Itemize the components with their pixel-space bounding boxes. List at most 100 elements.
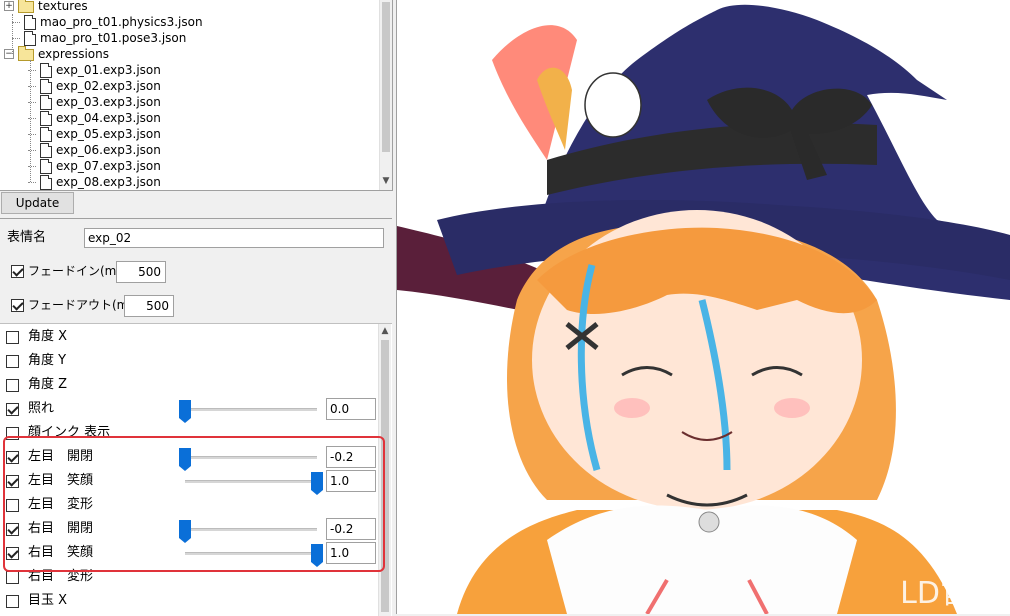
parameter-label: 左目 開閉 bbox=[28, 449, 94, 464]
expression-name-label: 表情名 bbox=[7, 230, 47, 245]
parameter-checkbox[interactable] bbox=[6, 547, 19, 560]
parameter-checkbox[interactable] bbox=[6, 403, 19, 416]
tree-file[interactable]: exp_03.exp3.json bbox=[0, 94, 378, 110]
tree-file[interactable]: exp_01.exp3.json bbox=[0, 62, 378, 78]
scroll-up-icon[interactable]: ▲ bbox=[379, 324, 391, 338]
parameter-label: 角度 X bbox=[28, 329, 68, 344]
parameter-list[interactable]: ▲ 角度 X 角度 Y 角度 Z 照れ 0.0 顔インク 表示 左目 開閉 -0.2 左目 笑顔… bbox=[0, 323, 392, 616]
parameter-label: 右目 変形 bbox=[28, 569, 94, 584]
tree-folder[interactable]: − expressions bbox=[0, 46, 378, 62]
tree-item-label: mao_pro_t01.physics3.json bbox=[40, 15, 203, 29]
parameter-slider-track[interactable] bbox=[185, 456, 317, 459]
parameter-slider-thumb[interactable] bbox=[311, 544, 323, 567]
tree-file[interactable]: mao_pro_t01.pose3.json bbox=[0, 30, 378, 46]
expression-name-input[interactable]: exp_02 bbox=[84, 228, 384, 248]
parameter-checkbox[interactable] bbox=[6, 427, 19, 440]
tree-connector bbox=[12, 22, 20, 23]
fadeout-input[interactable]: 500 bbox=[124, 295, 174, 317]
character-illustration bbox=[397, 4, 1010, 614]
parameter-slider-thumb[interactable] bbox=[179, 520, 191, 543]
parameter-row: 右目 笑顔 1.0 bbox=[0, 541, 378, 567]
parameter-checkbox[interactable] bbox=[6, 355, 19, 368]
parameter-row: 左目 開閉 -0.2 bbox=[0, 445, 378, 471]
tree-item-label: exp_04.exp3.json bbox=[56, 111, 161, 125]
character-preview: LD官方 bbox=[397, 0, 1010, 614]
fadein-checkbox[interactable] bbox=[11, 265, 24, 278]
tree-item-label: expressions bbox=[38, 47, 109, 61]
left-pane: + textures mao_pro_t01.physics3.json mao_pr… bbox=[0, 0, 397, 616]
parameter-checkbox[interactable] bbox=[6, 379, 19, 392]
parameter-label: 左目 笑顔 bbox=[28, 473, 94, 488]
folder-icon bbox=[18, 0, 34, 13]
fadein-input[interactable]: 500 bbox=[116, 261, 166, 283]
tree-item-label: exp_06.exp3.json bbox=[56, 143, 161, 157]
tree-file[interactable]: exp_02.exp3.json bbox=[0, 78, 378, 94]
parameter-list-scrollbar[interactable]: ▲ bbox=[378, 324, 391, 616]
parameter-checkbox[interactable] bbox=[6, 523, 19, 536]
parameter-checkbox[interactable] bbox=[6, 331, 19, 344]
parameter-label: 目玉 X bbox=[28, 593, 68, 608]
parameter-row: 左目 変形 bbox=[0, 493, 378, 517]
parameter-row: 右目 変形 bbox=[0, 565, 378, 589]
tree-file[interactable]: exp_07.exp3.json bbox=[0, 158, 378, 174]
tree-connector bbox=[12, 38, 20, 39]
parameter-checkbox[interactable] bbox=[6, 499, 19, 512]
tree-file[interactable]: exp_04.exp3.json bbox=[0, 110, 378, 126]
file-icon bbox=[40, 63, 52, 78]
file-icon bbox=[40, 175, 52, 190]
parameter-row: 角度 Y bbox=[0, 349, 378, 373]
file-icon bbox=[40, 127, 52, 142]
parameter-checkbox[interactable] bbox=[6, 571, 19, 584]
scroll-down-icon[interactable]: ▼ bbox=[380, 174, 392, 188]
update-button[interactable]: Update bbox=[1, 192, 74, 214]
parameter-slider-thumb[interactable] bbox=[179, 448, 191, 471]
fadein-label: フェードイン(ms) bbox=[28, 264, 128, 278]
fadeout-checkbox[interactable] bbox=[11, 299, 24, 312]
parameter-slider-track[interactable] bbox=[185, 480, 317, 483]
parameter-slider-track[interactable] bbox=[185, 528, 317, 531]
scrollbar-thumb[interactable] bbox=[381, 340, 389, 612]
parameter-row: 顔インク 表示 bbox=[0, 421, 378, 445]
tree-item-label: mao_pro_t01.pose3.json bbox=[40, 31, 187, 45]
parameter-row: 目玉 X bbox=[0, 589, 378, 613]
tree-file[interactable]: exp_05.exp3.json bbox=[0, 126, 378, 142]
file-icon bbox=[40, 95, 52, 110]
parameter-checkbox[interactable] bbox=[6, 595, 19, 608]
tree-item-label: exp_01.exp3.json bbox=[56, 63, 161, 77]
tree-item-label: textures bbox=[38, 0, 88, 13]
parameter-value-input[interactable]: 1.0 bbox=[326, 542, 376, 564]
tree-folder[interactable]: + textures bbox=[0, 0, 378, 14]
parameter-value-input[interactable]: 1.0 bbox=[326, 470, 376, 492]
parameter-row: 右目 開閉 -0.2 bbox=[0, 517, 378, 543]
parameter-slider-thumb[interactable] bbox=[311, 472, 323, 495]
parameter-slider-thumb[interactable] bbox=[179, 400, 191, 423]
scrollbar-thumb[interactable] bbox=[382, 2, 390, 152]
tree-scrollbar[interactable]: ▼ bbox=[379, 0, 392, 190]
file-icon bbox=[24, 15, 36, 30]
file-icon bbox=[40, 111, 52, 126]
parameter-checkbox[interactable] bbox=[6, 451, 19, 464]
parameter-value-input[interactable]: -0.2 bbox=[326, 518, 376, 540]
parameter-value-input[interactable]: 0.0 bbox=[326, 398, 376, 420]
tree-connector bbox=[12, 14, 13, 54]
parameter-slider-track[interactable] bbox=[185, 552, 317, 555]
parameter-label: 右目 笑顔 bbox=[28, 545, 94, 560]
watermark: LD官方 bbox=[900, 576, 1000, 611]
folder-icon bbox=[18, 46, 34, 61]
parameter-slider-track[interactable] bbox=[185, 408, 317, 411]
file-icon bbox=[40, 159, 52, 174]
tree-item-label: exp_05.exp3.json bbox=[56, 127, 161, 141]
parameter-value-input[interactable]: -0.2 bbox=[326, 446, 376, 468]
tree-connector bbox=[30, 60, 31, 182]
parameter-label: 角度 Y bbox=[28, 353, 67, 368]
parameter-label: 左目 変形 bbox=[28, 497, 94, 512]
parameter-row: 左目 笑顔 1.0 bbox=[0, 469, 378, 495]
expand-icon[interactable]: + bbox=[4, 1, 14, 11]
tree-file[interactable]: mao_pro_t01.physics3.json bbox=[0, 14, 378, 30]
tree-file[interactable]: exp_06.exp3.json bbox=[0, 142, 378, 158]
file-icon bbox=[24, 31, 36, 46]
parameter-label: 角度 Z bbox=[28, 377, 68, 392]
tree-file[interactable]: exp_08.exp3.json bbox=[0, 174, 378, 190]
file-tree[interactable]: + textures mao_pro_t01.physics3.json mao_pr… bbox=[0, 0, 393, 191]
parameter-checkbox[interactable] bbox=[6, 475, 19, 488]
